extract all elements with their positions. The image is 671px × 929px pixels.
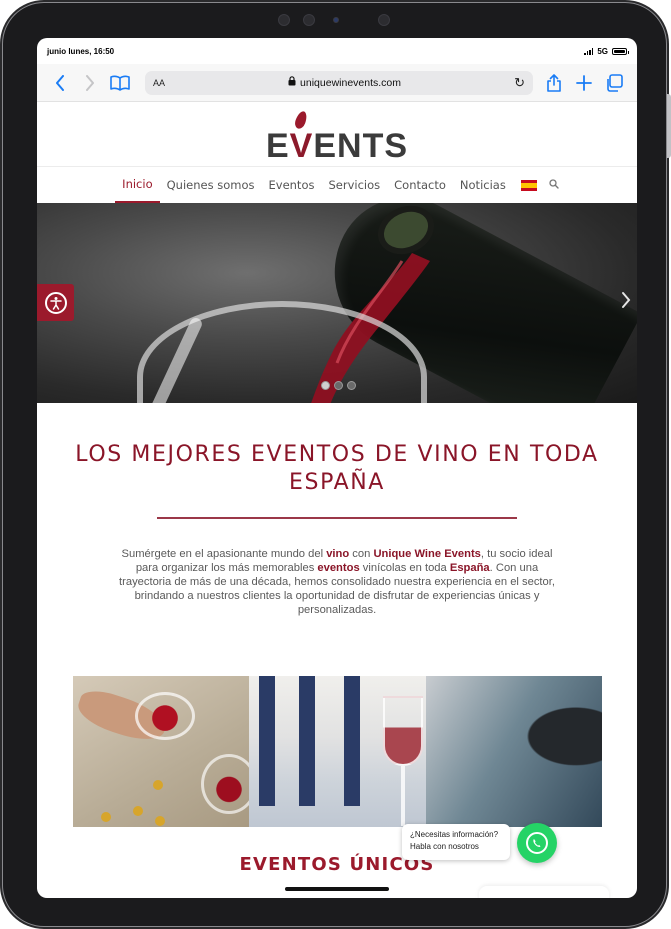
slider-dot[interactable] bbox=[334, 381, 343, 390]
volume-button bbox=[667, 94, 671, 158]
slider-next-icon[interactable] bbox=[621, 289, 631, 315]
reload-icon[interactable]: ↻ bbox=[514, 75, 525, 91]
search-icon[interactable] bbox=[549, 178, 559, 192]
bottom-card bbox=[479, 886, 609, 898]
accessibility-icon bbox=[44, 291, 67, 314]
screen: junio lunes, 16:50 5G AA uniquewinevents… bbox=[37, 38, 637, 898]
text-size-button[interactable]: AA bbox=[153, 78, 175, 88]
status-indicators: 5G bbox=[584, 46, 629, 56]
keyword-link[interactable]: eventos bbox=[317, 562, 359, 574]
sensor-dot bbox=[378, 14, 390, 26]
ipad-frame: junio lunes, 16:50 5G AA uniquewinevents… bbox=[2, 2, 671, 927]
forward-icon[interactable] bbox=[75, 68, 105, 98]
camera-lens bbox=[303, 14, 315, 26]
keyword-link[interactable]: España bbox=[450, 562, 490, 574]
battery-icon bbox=[612, 47, 629, 55]
main-nav: Inicio Quienes somos Eventos Servicios C… bbox=[37, 166, 637, 203]
slider-dot[interactable] bbox=[347, 381, 356, 390]
intro-title: LOS MEJORES EVENTOS DE VINO EN TODA ESPA… bbox=[75, 442, 599, 496]
site-header: EVENTS bbox=[37, 102, 637, 166]
slider-pagination bbox=[321, 381, 356, 390]
title-divider bbox=[157, 517, 517, 520]
signal-icon bbox=[584, 47, 594, 55]
gallery-image-wine-tasting[interactable] bbox=[73, 676, 250, 827]
bookmarks-icon[interactable] bbox=[105, 68, 135, 98]
whatsapp-button[interactable] bbox=[517, 823, 557, 863]
nav-item-servicios[interactable]: Servicios bbox=[321, 167, 387, 203]
chat-line-1: ¿Necesitas información? bbox=[410, 830, 499, 839]
chat-line-2: Habla con nosotros bbox=[410, 842, 479, 851]
slider-dot[interactable] bbox=[321, 381, 330, 390]
back-icon[interactable] bbox=[45, 68, 75, 98]
share-icon[interactable] bbox=[539, 68, 569, 98]
keyword-link[interactable]: Unique Wine Events bbox=[373, 548, 480, 560]
camera-indicator bbox=[333, 17, 339, 23]
intro-section: LOS MEJORES EVENTOS DE VINO EN TODA ESPA… bbox=[37, 403, 637, 617]
site-logo[interactable]: EVENTS bbox=[266, 109, 408, 163]
home-indicator[interactable] bbox=[285, 887, 389, 891]
intro-paragraph: Sumérgete en el apasionante mundo del vi… bbox=[119, 548, 555, 617]
nav-item-eventos[interactable]: Eventos bbox=[262, 167, 322, 203]
url-text: uniquewinevents.com bbox=[300, 76, 402, 89]
hero-slider[interactable] bbox=[37, 203, 637, 403]
lock-icon bbox=[288, 76, 296, 89]
nav-item-inicio[interactable]: Inicio bbox=[115, 167, 160, 203]
keyword-link[interactable]: vino bbox=[326, 548, 349, 560]
nav-item-quienes-somos[interactable]: Quienes somos bbox=[160, 167, 262, 203]
accessibility-button[interactable] bbox=[37, 284, 74, 321]
address-bar[interactable]: AA uniquewinevents.com ↻ bbox=[145, 70, 533, 95]
url-display[interactable]: uniquewinevents.com bbox=[175, 76, 514, 89]
status-bar: junio lunes, 16:50 5G bbox=[37, 38, 637, 64]
spain-flag-icon[interactable] bbox=[520, 179, 537, 191]
new-tab-icon[interactable] bbox=[569, 68, 599, 98]
network-label: 5G bbox=[597, 46, 608, 56]
chat-prompt[interactable]: ¿Necesitas información? Habla con nosotr… bbox=[402, 824, 510, 860]
gallery-image-rose-glass[interactable] bbox=[249, 676, 426, 827]
sensor-dot bbox=[278, 14, 290, 26]
safari-toolbar: AA uniquewinevents.com ↻ bbox=[37, 64, 637, 102]
status-time: junio lunes, 16:50 bbox=[47, 46, 115, 56]
tabs-overview-icon[interactable] bbox=[599, 68, 629, 98]
gallery-image-bottle[interactable] bbox=[425, 676, 602, 827]
whatsapp-icon bbox=[526, 832, 548, 854]
nav-item-contacto[interactable]: Contacto bbox=[387, 167, 453, 203]
image-gallery bbox=[73, 676, 602, 827]
nav-item-noticias[interactable]: Noticias bbox=[453, 167, 513, 203]
